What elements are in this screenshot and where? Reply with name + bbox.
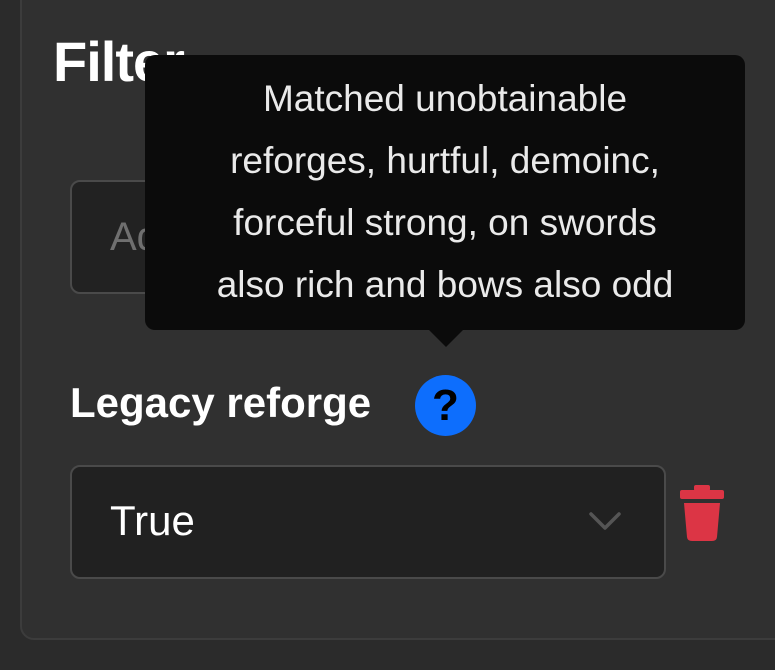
legacy-reforge-select[interactable]: True bbox=[70, 465, 666, 579]
help-tooltip: Matched unobtainable reforges, hurtful, … bbox=[145, 55, 745, 330]
tooltip-arrow bbox=[428, 329, 464, 347]
tooltip-line: Matched unobtainable bbox=[262, 78, 628, 119]
trash-icon[interactable] bbox=[680, 485, 724, 546]
select-value: True bbox=[110, 497, 195, 544]
chevron-down-icon bbox=[588, 511, 622, 536]
question-circle-icon[interactable]: ? bbox=[415, 375, 476, 436]
tooltip-line: also rich and bows also odd bbox=[216, 264, 674, 305]
filter-label: Legacy reforge bbox=[70, 379, 372, 426]
tooltip-line: reforges, hurtful, demoinc, bbox=[230, 140, 660, 181]
tooltip-line: forceful strong, on swords bbox=[233, 202, 657, 243]
